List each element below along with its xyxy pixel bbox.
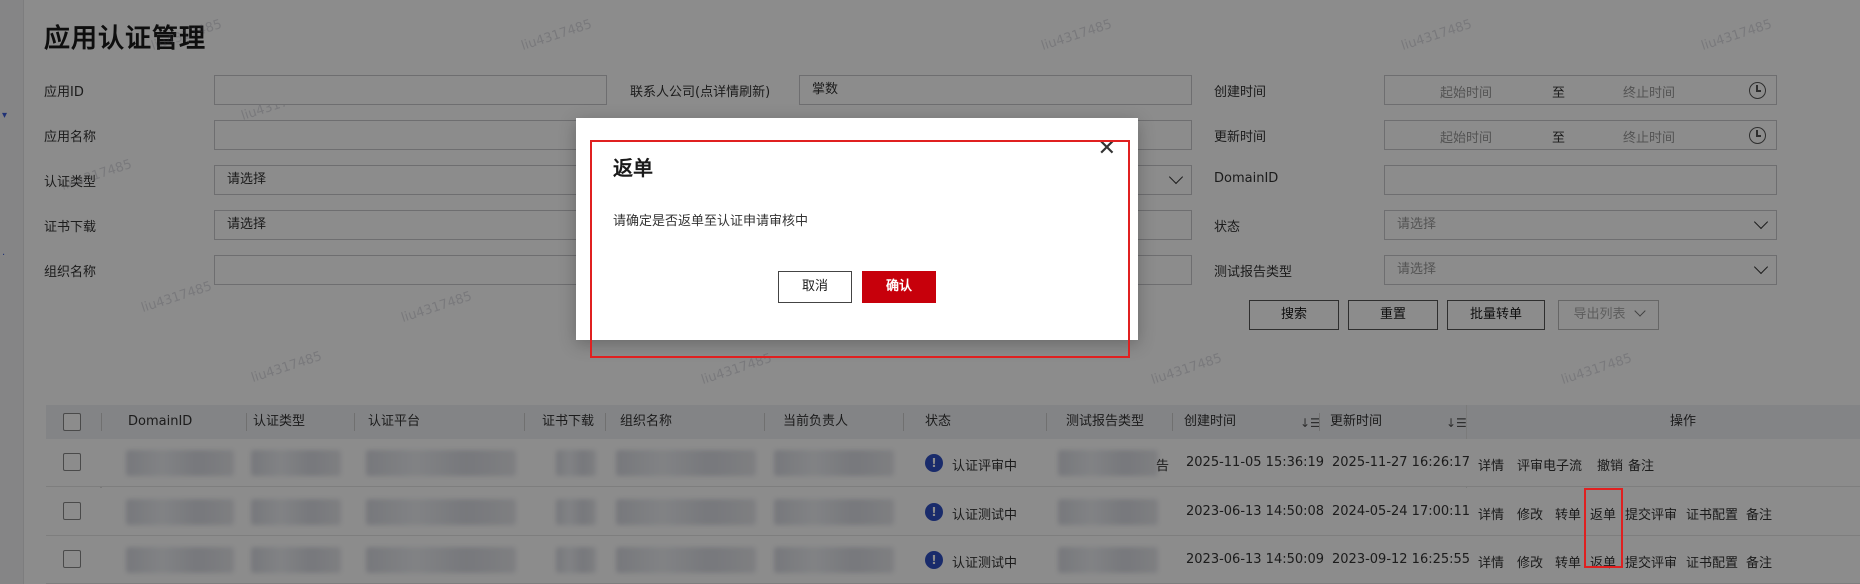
dialog-highlight-box bbox=[590, 140, 1130, 358]
return-ops-highlight-box bbox=[1584, 488, 1623, 568]
